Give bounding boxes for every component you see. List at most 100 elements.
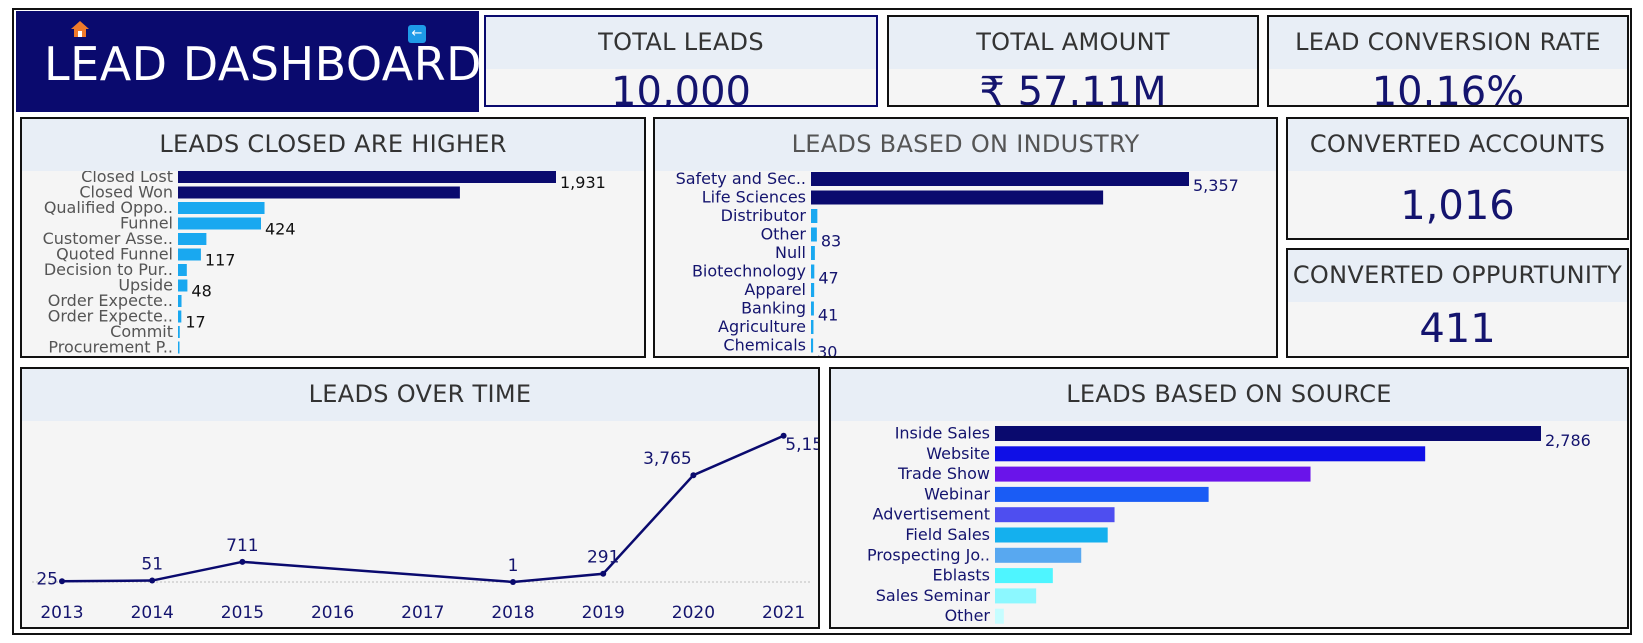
bar[interactable]: [178, 233, 207, 245]
status-chart: Closed Lost 1,931Closed WonQualified Oppo…: [43, 171, 606, 357]
category-label: Chemicals: [723, 336, 806, 355]
data-label: 51: [141, 555, 163, 575]
chart-title: LEADS CLOSED ARE HIGHER: [22, 119, 644, 171]
bar[interactable]: [178, 326, 180, 338]
category-label: Apparel: [744, 280, 806, 299]
data-point[interactable]: [510, 578, 516, 585]
kpi-value: 10,000: [611, 69, 751, 107]
kpi-value: 411: [1419, 306, 1496, 352]
data-point[interactable]: [239, 558, 246, 565]
bar[interactable]: [995, 446, 1426, 462]
bar[interactable]: [811, 301, 814, 316]
category-label: Website: [926, 444, 990, 463]
category-label: Webinar: [924, 484, 990, 503]
kpi-conversion-rate: LEAD CONVERSION RATE 10.16%: [1267, 15, 1629, 107]
data-label: 25: [36, 569, 58, 589]
data-label: 1,931: [560, 173, 606, 192]
category-label: Distributor: [721, 206, 807, 225]
bar[interactable]: [811, 338, 814, 353]
chart-panel-status: LEADS CLOSED ARE HIGHER Closed Lost 1,931…: [20, 117, 646, 358]
category-label: Sales Seminar: [876, 586, 991, 605]
bar[interactable]: [178, 217, 261, 230]
source-chart: Inside Sales 2,786 WebsiteTrade ShowWebina…: [867, 424, 1591, 626]
kpi-value: ₹ 57.11M: [979, 69, 1167, 107]
bar[interactable]: [811, 283, 815, 297]
chart-title: LEADS BASED ON SOURCE: [831, 369, 1627, 421]
bar[interactable]: [995, 426, 1541, 441]
bar[interactable]: [811, 172, 1189, 186]
kpi-converted-opportunity: CONVERTED OPPURTUNITY 411: [1286, 248, 1629, 358]
bar[interactable]: [178, 310, 182, 323]
data-label: 1: [508, 556, 519, 576]
home-icon[interactable]: [70, 20, 90, 38]
category-label: Inside Sales: [895, 424, 990, 443]
title-banner: ← LEAD DASHBOARD: [16, 11, 483, 112]
category-label: Procurement P..: [48, 338, 173, 357]
category-label: Eblasts: [933, 566, 990, 585]
category-label: Trade Show: [897, 464, 990, 483]
data-label: 30: [817, 343, 837, 357]
kpi-value: 10.16%: [1371, 69, 1525, 107]
kpi-label: LEAD CONVERSION RATE: [1269, 17, 1627, 69]
x-tick-label: 2017: [401, 603, 444, 623]
category-label: Field Sales: [905, 525, 990, 544]
kpi-label: TOTAL AMOUNT: [889, 17, 1257, 69]
bar[interactable]: [178, 295, 182, 307]
data-point[interactable]: [690, 472, 697, 479]
data-label: 117: [205, 251, 236, 270]
category-label: Null: [775, 243, 806, 262]
bar[interactable]: [995, 568, 1053, 584]
data-label: 17: [185, 313, 205, 332]
category-label: Advertisement: [873, 505, 990, 524]
bar[interactable]: [178, 248, 201, 261]
kpi-total-amount: TOTAL AMOUNT ₹ 57.11M: [887, 15, 1259, 107]
bar[interactable]: [995, 527, 1108, 543]
category-label: Safety and Sec..: [676, 171, 806, 188]
category-label: Prospecting Jo..: [867, 545, 990, 564]
chart-panel-time: LEADS OVER TIME 2013 2014 2015 2016 2017 2018…: [20, 367, 820, 629]
data-label: 41: [818, 306, 838, 325]
data-point[interactable]: [600, 570, 607, 577]
bar[interactable]: [178, 341, 180, 354]
bar[interactable]: [811, 264, 815, 279]
x-tick-label: 2016: [311, 603, 354, 623]
bar[interactable]: [995, 547, 1082, 563]
x-tick-label: 2018: [491, 603, 534, 623]
bar[interactable]: [178, 264, 187, 276]
category-label: Banking: [741, 299, 806, 318]
x-tick-label: 2014: [131, 603, 174, 623]
data-label: 48: [191, 282, 211, 301]
data-point[interactable]: [59, 578, 65, 585]
data-label: 3,765: [643, 449, 692, 469]
category-label: Other: [945, 606, 991, 625]
data-label: 424: [265, 220, 296, 239]
bar[interactable]: [811, 246, 815, 260]
data-label: 291: [587, 548, 619, 568]
bar[interactable]: [811, 190, 1104, 205]
x-tick-label: 2013: [40, 603, 83, 623]
kpi-converted-accounts: CONVERTED ACCOUNTS 1,016: [1286, 117, 1629, 240]
category-label: Biotechnology: [692, 262, 806, 281]
bar[interactable]: [995, 608, 1004, 624]
kpi-label: CONVERTED OPPURTUNITY: [1288, 250, 1627, 302]
data-label: 83: [821, 232, 841, 251]
bar[interactable]: [811, 227, 817, 242]
bar[interactable]: [811, 209, 818, 223]
chart-panel-industry: LEADS BASED ON INDUSTRY Safety and Sec..…: [653, 117, 1278, 358]
category-label: Life Sciences: [702, 188, 806, 207]
data-label: 711: [226, 536, 258, 556]
bar[interactable]: [995, 486, 1209, 502]
page-title: LEAD DASHBOARD: [44, 37, 483, 91]
bar[interactable]: [178, 171, 556, 183]
chart-panel-source: LEADS BASED ON SOURCE Inside Sales 2,786 W…: [829, 367, 1629, 629]
data-point[interactable]: [149, 577, 156, 584]
bar[interactable]: [178, 202, 265, 214]
bar[interactable]: [995, 466, 1311, 482]
bar[interactable]: [995, 588, 1037, 604]
bar[interactable]: [178, 186, 460, 199]
bar[interactable]: [811, 320, 814, 334]
bar[interactable]: [178, 279, 188, 292]
bar[interactable]: [995, 507, 1115, 523]
category-label: Other: [761, 225, 807, 244]
kpi-label: CONVERTED ACCOUNTS: [1288, 119, 1627, 171]
